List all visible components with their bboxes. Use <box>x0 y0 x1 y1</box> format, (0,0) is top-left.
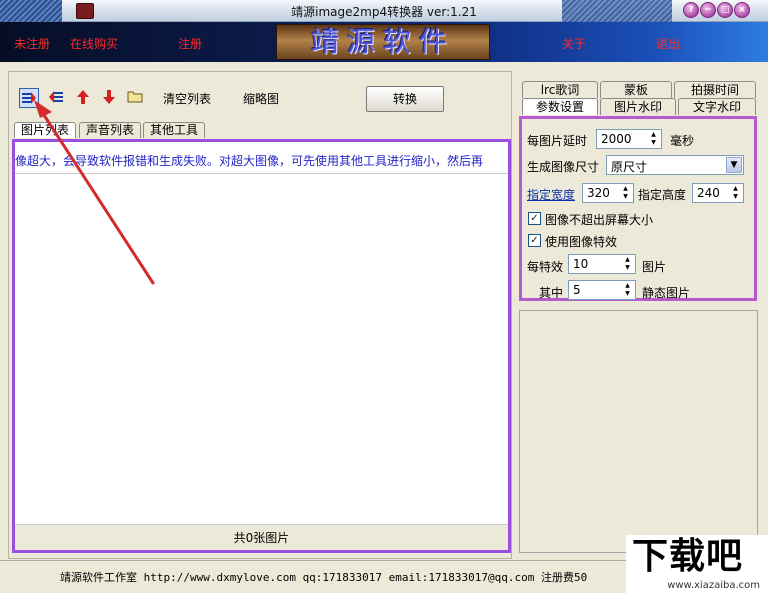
annotation-arrow-icon <box>34 100 155 285</box>
